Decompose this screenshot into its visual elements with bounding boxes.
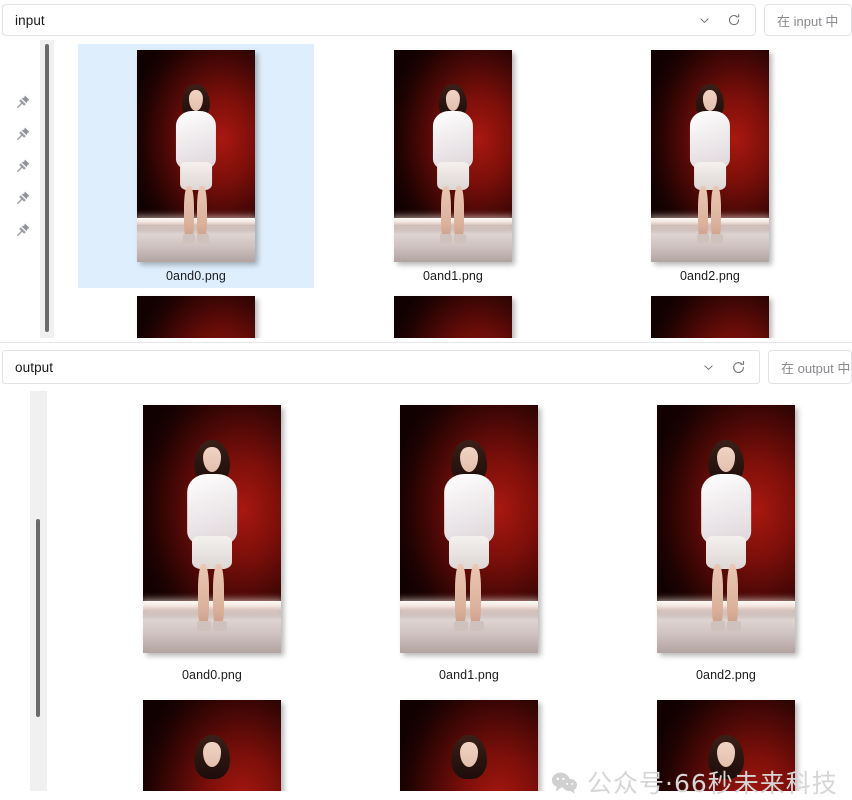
output-explorer-window: output 在 output 中 0and0.png 0and1.png 0a… (0, 342, 852, 792)
output-content-area: 0and0.png 0and1.png 0and2.png (0, 391, 852, 791)
input-nav-scrollbar[interactable] (40, 40, 54, 338)
input-search-box[interactable]: 在 input 中 (764, 4, 852, 36)
pin-icon[interactable] (14, 220, 32, 238)
output-nav-scrollbar[interactable] (30, 391, 47, 791)
file-name-label: 0and2.png (696, 668, 756, 682)
pin-icon[interactable] (14, 188, 32, 206)
chevron-down-icon[interactable] (693, 353, 723, 381)
file-thumbnail (651, 50, 769, 262)
file-thumbnail (137, 50, 255, 262)
file-thumbnail (400, 405, 538, 653)
file-thumbnail (137, 296, 255, 338)
output-search-box[interactable]: 在 output 中 (768, 350, 852, 384)
file-thumbnail (400, 700, 538, 791)
pin-icon[interactable] (14, 156, 32, 174)
output-address-path-text: output (15, 359, 54, 375)
input-explorer-window: input 在 input 中 0and0.png 0and1.png 0and… (0, 0, 852, 338)
file-thumbnail (143, 405, 281, 653)
file-thumbnail (657, 700, 795, 791)
input-address-bar[interactable]: input (2, 4, 756, 36)
output-address-bar[interactable]: output (2, 350, 760, 384)
pin-icon[interactable] (14, 124, 32, 142)
output-navigation-pane (0, 391, 30, 791)
file-tile[interactable]: 0and0.png (78, 44, 314, 288)
file-tile[interactable]: 0and2.png (597, 405, 852, 691)
file-name-label: 0and0.png (166, 269, 226, 283)
output-address-bar-row: output 在 output 中 (0, 343, 852, 391)
refresh-icon[interactable] (719, 6, 749, 34)
file-tile[interactable]: 0and1.png (340, 405, 598, 691)
output-search-placeholder: 在 output 中 (781, 360, 851, 376)
file-name-label: 0and1.png (439, 668, 499, 682)
input-search-placeholder: 在 input 中 (777, 13, 839, 29)
input-files-pane[interactable]: 0and0.png 0and1.png 0and2.png (54, 40, 852, 338)
output-files-pane[interactable]: 0and0.png 0and1.png 0and2.png (47, 391, 852, 791)
input-nav-scrollbar-thumb[interactable] (45, 44, 49, 332)
file-tile[interactable]: 0and2.png (592, 44, 828, 288)
file-thumbnail (651, 296, 769, 338)
output-nav-scrollbar-thumb[interactable] (36, 519, 40, 717)
file-tile[interactable]: 0and0.png (83, 405, 341, 691)
chevron-down-icon[interactable] (689, 6, 719, 34)
input-address-bar-row: input 在 input 中 (0, 0, 852, 40)
file-tile[interactable]: 0and1.png (335, 44, 571, 288)
pin-icon[interactable] (14, 92, 32, 110)
input-content-area: 0and0.png 0and1.png 0and2.png (0, 40, 852, 338)
file-name-label: 0and0.png (182, 668, 242, 682)
input-address-path-text: input (15, 12, 45, 28)
file-thumbnail (143, 700, 281, 791)
file-name-label: 0and1.png (423, 269, 483, 283)
refresh-icon[interactable] (723, 353, 753, 381)
input-navigation-pane (0, 40, 40, 338)
file-thumbnail (394, 50, 512, 262)
file-thumbnail (657, 405, 795, 653)
file-name-label: 0and2.png (680, 269, 740, 283)
file-thumbnail (394, 296, 512, 338)
